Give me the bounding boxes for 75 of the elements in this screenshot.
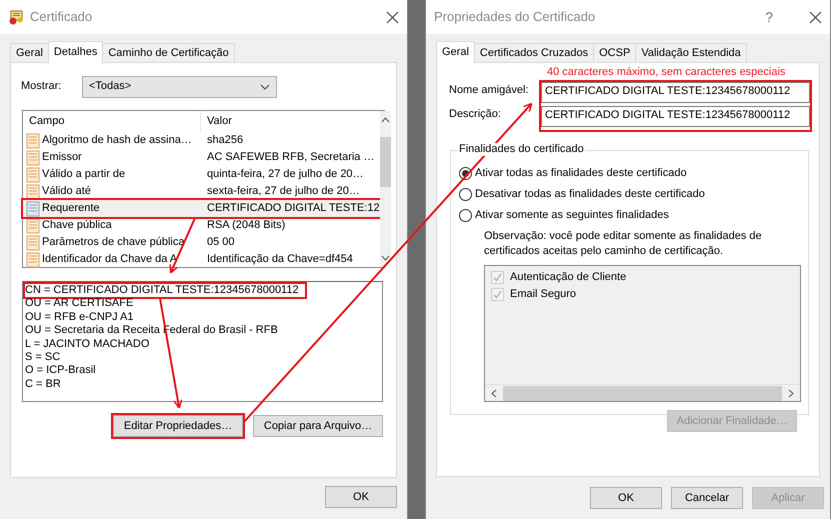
detail-line: O = ICP-Brasil (25, 364, 96, 378)
ok-button[interactable]: OK (325, 486, 397, 508)
window-title: Certificado (30, 9, 92, 25)
document-icon (26, 166, 40, 182)
scrollbar-thumb[interactable] (380, 136, 391, 186)
text-field[interactable]: CERTIFICADO DIGITAL TESTE:12345678000112 (541, 106, 810, 128)
tab[interactable]: Geral (436, 41, 475, 63)
window-title: Propriedades do Certificado (434, 9, 596, 25)
detail-line: OU = RFB e-CNPJ A1 (25, 310, 134, 324)
detail-line: OU = AR CERTISAFE (25, 297, 134, 311)
tab[interactable]: Geral (10, 43, 49, 62)
detail-line: L = JACINTO MACHADO (25, 338, 150, 352)
scroll-down-icon (380, 255, 390, 261)
radio-button[interactable] (459, 209, 472, 222)
document-icon (26, 200, 40, 216)
checkbox-label: Autenticação de Cliente (510, 271, 626, 284)
table-cell-text: CERTIFICADO DIGITAL TESTE:12 (206, 202, 380, 216)
table-cell-text: RSA (2048 Bits) (206, 218, 286, 232)
table-cell-text: AC SAFEWEB RFB, Secretaria … (206, 150, 376, 164)
dialog-button[interactable]: Cancelar (671, 487, 743, 509)
field-label: Mostrar: (21, 80, 62, 94)
detail-line: CN = CERTIFICADO DIGITAL TESTE:12345678000112 (25, 284, 305, 298)
annotation-note: 40 caracteres máximo, sem caracteres especiais (547, 66, 786, 78)
radio-button[interactable] (459, 188, 472, 202)
table-row[interactable]: Algoritmo de hash de assina… sha256 (23, 132, 380, 149)
column-header: Campo (23, 111, 201, 132)
tab[interactable]: Validação Estendida (635, 43, 747, 62)
action-button[interactable]: Editar Propriedades… (113, 415, 243, 437)
document-icon (26, 184, 40, 200)
table-cell: Válido a partir de (42, 168, 126, 182)
table-cell-text: 05 00 (206, 236, 236, 250)
table-cell: Algoritmo de hash de assina… (42, 134, 192, 148)
radio-label[interactable]: Ativar todas as finalidades deste certificado (475, 167, 687, 180)
table-cell: Requerente (42, 202, 100, 216)
detail-line: C = BR (25, 378, 61, 392)
table-cell: Emissor (42, 150, 82, 164)
close-icon[interactable] (386, 10, 399, 24)
field-label: Nome amigável: (449, 83, 530, 98)
table-row[interactable]: Válido a partir de quinta-feira, 27 de julho de 20… (23, 166, 380, 183)
document-icon (26, 252, 40, 268)
radio-label[interactable]: Ativar somente as seguintes finalidades (475, 209, 669, 222)
document-icon (26, 218, 40, 234)
table-cell-text: quinta-feira, 27 de julho de 20… (206, 168, 365, 182)
field-label: Descrição: (449, 107, 502, 122)
scrollbar-thumb[interactable] (503, 386, 782, 401)
table-row[interactable]: Chave pública RSA (2048 Bits) (23, 217, 380, 234)
table-row[interactable]: Requerente CERTIFICADO DIGITAL TESTE:12 (23, 200, 380, 217)
action-button[interactable]: Copiar para Arquivo… (253, 415, 383, 437)
scroll-right-icon (788, 388, 794, 398)
table-cell-text: Identificação da Chave=df454 (206, 252, 354, 266)
tab[interactable]: Detalhes (48, 41, 104, 63)
column-header: Valor (206, 114, 233, 128)
document-icon (26, 234, 40, 250)
dropdown[interactable]: <Todas> (82, 76, 277, 98)
table-cell: Chave pública (42, 218, 112, 232)
table-cell: Válido até (42, 184, 91, 198)
document-icon (26, 150, 40, 166)
table-cell-text: sexta-feira, 27 de julho de 20… (206, 184, 361, 198)
scroll-up-icon (380, 117, 390, 123)
checkbox-label: Email Seguro (510, 288, 576, 302)
tab[interactable]: Caminho de Certificação (102, 43, 235, 62)
document-icon (26, 132, 40, 148)
dialog-button[interactable]: OK (590, 487, 662, 509)
detail-line: S = SC (25, 351, 60, 364)
scroll-left-icon (491, 388, 497, 398)
note-text: Observação: você pode editar somente as finalidades de certificados aceitas pelo caminho de certificação. (484, 229, 763, 260)
text-field[interactable]: CERTIFICADO DIGITAL TESTE:12345678000112 (541, 82, 810, 104)
table-cell-text: sha256 (206, 134, 244, 148)
certificate-icon (8, 9, 24, 25)
chevron-down-icon (260, 84, 270, 90)
close-icon[interactable] (809, 10, 822, 24)
group-title: Finalidades do certificado (458, 143, 585, 156)
table-row[interactable]: Emissor AC SAFEWEB RFB, Secretaria … (23, 149, 380, 166)
radio-label[interactable]: Desativar todas as finalidades deste certificado (475, 188, 705, 202)
help-button[interactable]: ? (765, 8, 773, 26)
